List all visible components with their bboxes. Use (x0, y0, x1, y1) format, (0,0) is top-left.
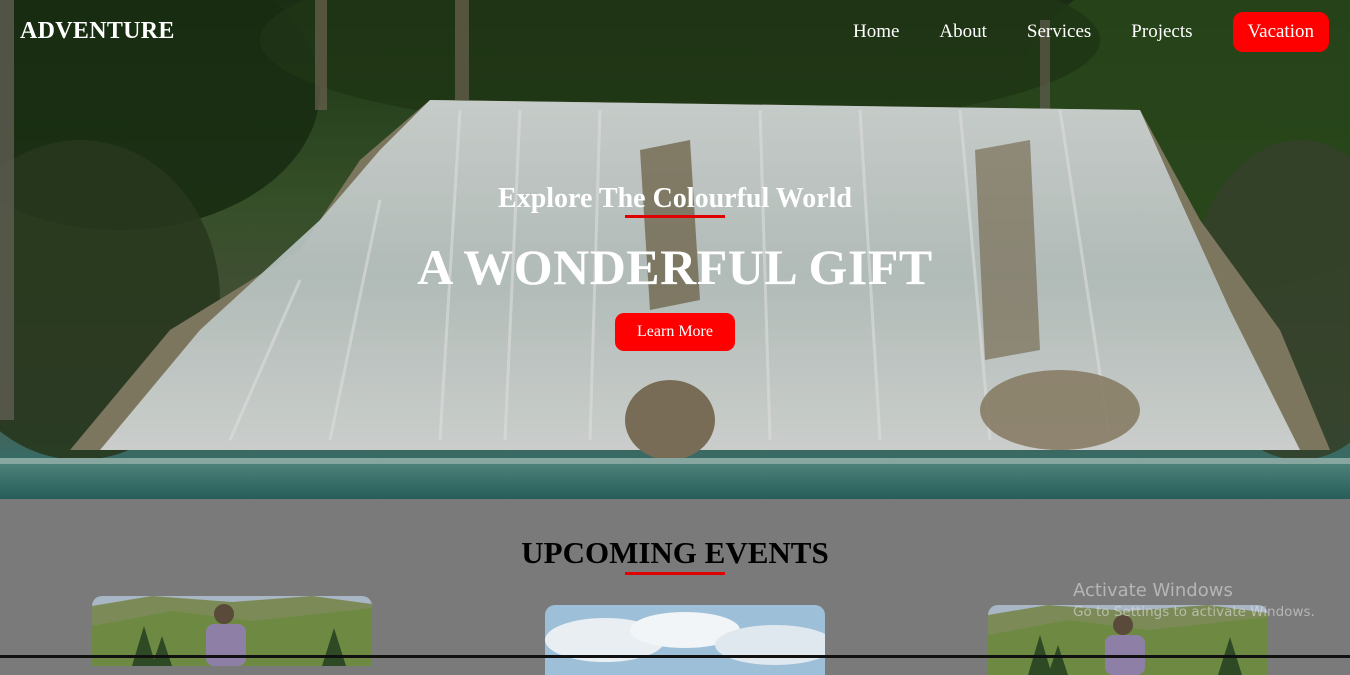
nav-link-home[interactable]: Home (853, 21, 899, 43)
hero-title: A WONDERFUL GIFT (417, 239, 933, 295)
vacation-button[interactable]: Vacation (1232, 12, 1329, 52)
learn-more-button[interactable]: Learn More (615, 313, 735, 351)
watermark-subtitle: Go to Settings to activate Windows. (1073, 604, 1315, 620)
events-heading-underline (625, 572, 725, 575)
nav-link-projects[interactable]: Projects (1131, 21, 1192, 43)
events-heading: UPCOMING EVENTS (521, 535, 829, 570)
watermark-title: Activate Windows (1073, 580, 1233, 601)
hero-subtitle: Explore The Colourful World (498, 183, 852, 214)
nav-link-services[interactable]: Services (1027, 21, 1091, 43)
sky-landscape-image (545, 605, 825, 675)
event-card[interactable] (545, 605, 825, 675)
nav-link-about[interactable]: About (939, 21, 987, 43)
hero-section: ADVENTURE Home About Services Projects V… (0, 0, 1350, 499)
main-nav: Home About Services Projects Vacation (853, 11, 1329, 53)
hero-subtitle-underline (625, 215, 725, 218)
activate-windows-watermark: Activate Windows Go to Settings to activ… (1073, 580, 1315, 620)
site-logo[interactable]: ADVENTURE (20, 18, 175, 45)
